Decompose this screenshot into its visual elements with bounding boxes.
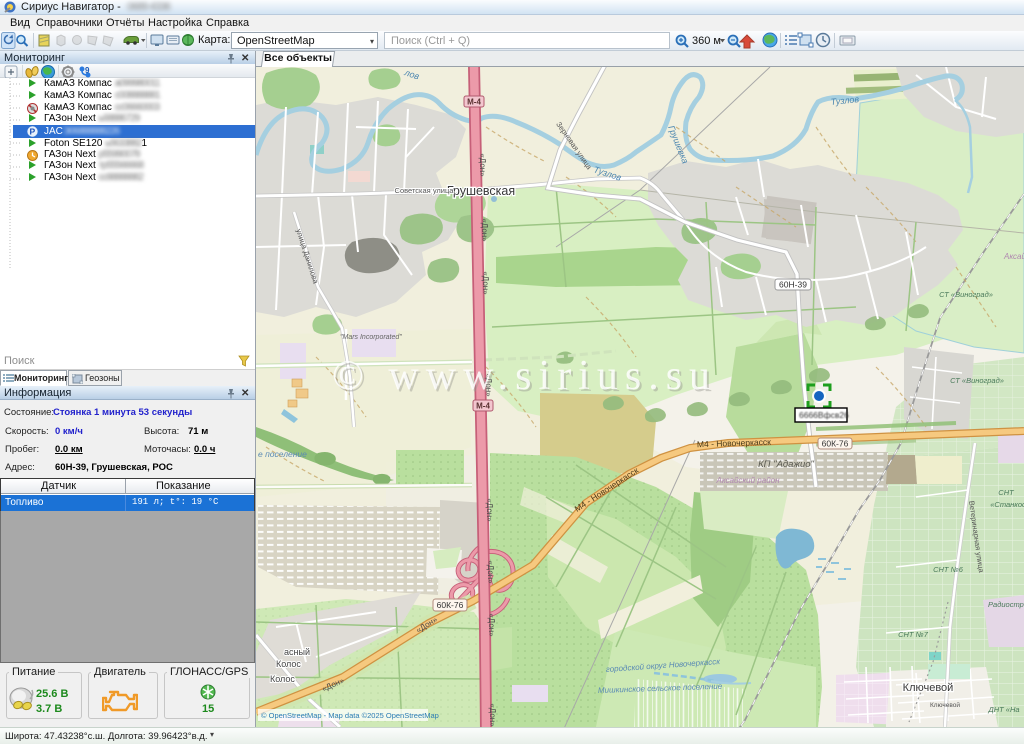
svg-text:6666Вфсв26: 6666Вфсв26: [799, 410, 849, 420]
svg-text:60Н-39: 60Н-39: [779, 280, 807, 290]
svg-text:«Дон»: «Дон»: [480, 218, 489, 242]
svg-text:60К-76: 60К-76: [822, 439, 849, 449]
svg-text:Аксайский район: Аксайский район: [715, 476, 780, 485]
svg-text:«Дон»: «Дон»: [487, 613, 496, 637]
svg-text:«Станкос: «Станкос: [990, 500, 1024, 509]
svg-text:Колос: Колос: [270, 674, 295, 684]
svg-text:"Mars Incorporated": "Mars Incorporated": [340, 334, 402, 341]
svg-text:P: P: [30, 127, 36, 137]
svg-text:е поселение: е поселение: [258, 449, 307, 459]
svg-text:СТ «Виноград»: СТ «Виноград»: [939, 290, 993, 299]
svg-text:360 м: 360 м: [692, 35, 721, 47]
svg-text:Советская улица: Советская улица: [395, 186, 455, 195]
svg-text:СНТ №6: СНТ №6: [933, 565, 964, 574]
svg-text:«Дон»: «Дон»: [488, 703, 497, 727]
svg-text:«Дон»: «Дон»: [481, 271, 490, 295]
svg-text:асный: асный: [284, 647, 310, 657]
svg-text:Аксайск: Аксайск: [1003, 252, 1024, 261]
svg-text:КП "Адажио": КП "Адажио": [758, 459, 814, 470]
svg-text:Ключевой: Ключевой: [903, 682, 954, 694]
svg-text:М-4: М-4: [476, 402, 490, 411]
svg-text:СНТ №7: СНТ №7: [898, 630, 929, 639]
svg-text:«Дон»: «Дон»: [485, 498, 494, 522]
svg-text:9: 9: [85, 66, 90, 75]
svg-text:СТ «Виноград»: СТ «Виноград»: [950, 376, 1004, 385]
svg-text:© www.sirius.su: © www.sirius.su: [332, 353, 717, 399]
svg-text:«Дон»: «Дон»: [486, 560, 495, 584]
svg-text:М-4: М-4: [467, 98, 481, 107]
svg-text:«Дон»: «Дон»: [478, 153, 487, 177]
svg-text:Радиостро: Радиостро: [988, 600, 1024, 609]
svg-text:ДНТ «На: ДНТ «На: [987, 705, 1019, 714]
svg-text:СНТ: СНТ: [998, 488, 1015, 497]
svg-text:60К-76: 60К-76: [437, 600, 464, 610]
svg-text:© OpenStreetMap - Map data ©20: © OpenStreetMap - Map data ©2025 OpenStr…: [261, 711, 439, 720]
svg-text:Ключевой: Ключевой: [930, 701, 960, 709]
svg-text:Колос: Колос: [276, 659, 301, 669]
svg-text:Грушевская: Грушевская: [447, 184, 515, 198]
